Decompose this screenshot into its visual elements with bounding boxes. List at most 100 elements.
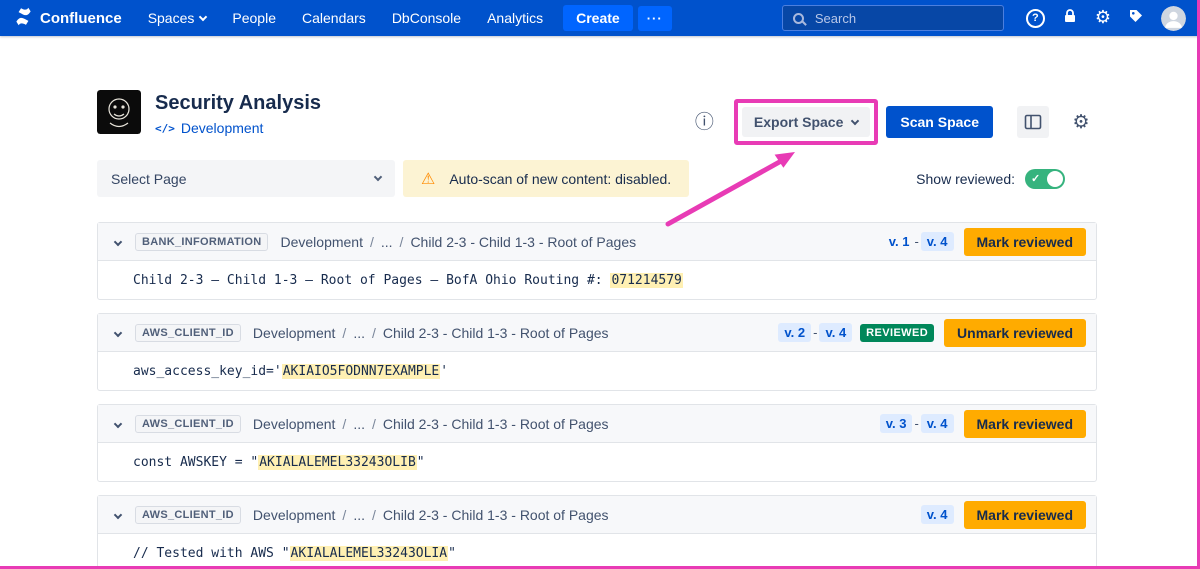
version-to-link[interactable]: v. 4 bbox=[819, 323, 852, 342]
breadcrumb-page-link[interactable]: Child 2-3 - Child 1-3 - Root of Pages bbox=[383, 507, 609, 523]
nav-calendars-label: Calendars bbox=[302, 10, 366, 26]
confluence-mark-icon bbox=[14, 7, 33, 30]
collapse-chevron-icon[interactable] bbox=[114, 419, 122, 427]
finding-header: AWS_CLIENT_ID Development / ... / Child … bbox=[98, 314, 1096, 352]
breadcrumb-separator: / bbox=[400, 234, 404, 250]
nav-spaces[interactable]: Spaces bbox=[148, 10, 207, 26]
create-button[interactable]: Create bbox=[563, 5, 633, 31]
nav-people-label: People bbox=[232, 10, 276, 26]
finding-type-badge: AWS_CLIENT_ID bbox=[135, 415, 241, 433]
unmark-reviewed-button[interactable]: Unmark reviewed bbox=[944, 319, 1086, 347]
help-icon[interactable]: ? bbox=[1026, 9, 1045, 28]
finding-breadcrumb: Development / ... / Child 2-3 - Child 1-… bbox=[253, 416, 609, 432]
mark-reviewed-button[interactable]: Mark reviewed bbox=[964, 501, 1087, 529]
code-line: const AWSKEY = "AKIALALEMEL33243OLIB" bbox=[133, 455, 425, 470]
findings-list: BANK_INFORMATION Development / ... / Chi… bbox=[97, 222, 1097, 569]
breadcrumb-ellipsis[interactable]: ... bbox=[381, 234, 393, 250]
breadcrumb-separator: / bbox=[370, 234, 374, 250]
page-select-dropdown[interactable]: Select Page bbox=[97, 160, 395, 197]
collapse-chevron-icon[interactable] bbox=[114, 328, 122, 336]
sidebar-layout-button[interactable] bbox=[1017, 106, 1049, 138]
finding-header: BANK_INFORMATION Development / ... / Chi… bbox=[98, 223, 1096, 261]
breadcrumb-separator: / bbox=[372, 416, 376, 432]
nav-dbconsole-label: DbConsole bbox=[392, 10, 461, 26]
settings-button[interactable]: ⚙ bbox=[1065, 106, 1097, 138]
space-link[interactable]: Development bbox=[181, 120, 264, 136]
version-to-link[interactable]: v. 4 bbox=[921, 232, 954, 251]
version-to-link[interactable]: v. 4 bbox=[921, 505, 954, 524]
mark-reviewed-button[interactable]: Mark reviewed bbox=[964, 410, 1087, 438]
confluence-logo[interactable]: Confluence bbox=[14, 7, 122, 30]
nav-calendars[interactable]: Calendars bbox=[302, 10, 366, 26]
finding-snippet: const AWSKEY = "AKIALALEMEL33243OLIB" bbox=[98, 443, 1096, 481]
finding-card-4: AWS_CLIENT_ID Development / ... / Child … bbox=[97, 495, 1097, 569]
space-breadcrumb: </> Development bbox=[155, 120, 321, 136]
search-box[interactable] bbox=[782, 5, 1004, 31]
more-button[interactable]: ··· bbox=[638, 6, 672, 31]
warning-banner: ⚠ Auto-scan of new content: disabled. bbox=[403, 160, 689, 197]
page-header-left: Security Analysis </> Development bbox=[97, 90, 321, 154]
top-nav: Confluence Spaces People Calendars DbCon… bbox=[0, 0, 1200, 36]
version-to-link[interactable]: v. 4 bbox=[921, 414, 954, 433]
breadcrumb-space-link[interactable]: Development bbox=[280, 234, 363, 250]
version-from-link[interactable]: v. 2 bbox=[778, 323, 811, 342]
finding-snippet: // Tested with AWS "AKIALALEMEL33243OLIA… bbox=[98, 534, 1096, 569]
code-space-icon: </> bbox=[155, 122, 175, 135]
scan-space-button[interactable]: Scan Space bbox=[886, 106, 993, 138]
info-icon[interactable]: ⓘ bbox=[695, 113, 714, 132]
finding-card-3: AWS_CLIENT_ID Development / ... / Child … bbox=[97, 404, 1097, 482]
nav-people[interactable]: People bbox=[232, 10, 276, 26]
version-from-link[interactable]: v. 3 bbox=[880, 414, 913, 433]
breadcrumb-ellipsis[interactable]: ... bbox=[353, 507, 365, 523]
finding-type-badge: BANK_INFORMATION bbox=[135, 233, 268, 251]
annotation-highlight-box: Export Space bbox=[734, 99, 878, 145]
show-reviewed-toggle[interactable]: ✓ bbox=[1025, 169, 1065, 189]
code-line: Child 2-3 – Child 1-3 – Root of Pages – … bbox=[133, 273, 683, 288]
mark-reviewed-button[interactable]: Mark reviewed bbox=[964, 228, 1087, 256]
page-header: Security Analysis </> Development ⓘ Expo… bbox=[97, 90, 1097, 154]
lock-icon[interactable] bbox=[1062, 8, 1078, 29]
finding-card-1: BANK_INFORMATION Development / ... / Chi… bbox=[97, 222, 1097, 300]
search-input[interactable] bbox=[813, 10, 993, 27]
space-avatar[interactable] bbox=[97, 90, 141, 134]
breadcrumb-page-link[interactable]: Child 2-3 - Child 1-3 - Root of Pages bbox=[383, 416, 609, 432]
version-separator: - bbox=[914, 234, 918, 249]
tag-icon[interactable] bbox=[1128, 8, 1144, 29]
version-from-link[interactable]: v. 1 bbox=[886, 232, 913, 251]
gear-icon[interactable]: ⚙ bbox=[1095, 9, 1111, 27]
chevron-down-icon bbox=[199, 12, 207, 20]
chevron-down-icon bbox=[851, 116, 859, 124]
export-space-button[interactable]: Export Space bbox=[742, 107, 870, 137]
finding-breadcrumb: Development / ... / Child 2-3 - Child 1-… bbox=[280, 234, 636, 250]
title-block: Security Analysis </> Development bbox=[155, 90, 321, 154]
code-match-highlight: AKIALALEMEL33243OLIB bbox=[258, 455, 417, 470]
breadcrumb-page-link[interactable]: Child 2-3 - Child 1-3 - Root of Pages bbox=[410, 234, 636, 250]
collapse-chevron-icon[interactable] bbox=[114, 510, 122, 518]
brand-name: Confluence bbox=[40, 10, 122, 27]
avatar[interactable] bbox=[1161, 6, 1186, 31]
breadcrumb-space-link[interactable]: Development bbox=[253, 325, 336, 341]
version-separator: - bbox=[813, 325, 817, 340]
version-separator: - bbox=[914, 416, 918, 431]
page-title: Security Analysis bbox=[155, 90, 321, 116]
breadcrumb-space-link[interactable]: Development bbox=[253, 507, 336, 523]
nav-spaces-label: Spaces bbox=[148, 10, 195, 26]
finding-snippet: Child 2-3 – Child 1-3 – Root of Pages – … bbox=[98, 261, 1096, 299]
code-pre: // Tested with AWS " bbox=[133, 546, 290, 561]
code-post: " bbox=[448, 546, 456, 561]
show-reviewed-label: Show reviewed: bbox=[916, 171, 1015, 187]
nav-dbconsole[interactable]: DbConsole bbox=[392, 10, 461, 26]
breadcrumb-page-link[interactable]: Child 2-3 - Child 1-3 - Root of Pages bbox=[383, 325, 609, 341]
breadcrumb-ellipsis[interactable]: ... bbox=[353, 416, 365, 432]
nav-analytics[interactable]: Analytics bbox=[487, 10, 543, 26]
collapse-chevron-icon[interactable] bbox=[114, 237, 122, 245]
code-match-highlight: 071214579 bbox=[610, 273, 682, 288]
breadcrumb-separator: / bbox=[342, 416, 346, 432]
breadcrumb-separator: / bbox=[372, 325, 376, 341]
filter-toolbar: Select Page ⚠ Auto-scan of new content: … bbox=[97, 160, 1097, 197]
code-line: aws_access_key_id='AKIAIO5FODNN7EXAMPLE' bbox=[133, 364, 448, 379]
code-post: " bbox=[417, 455, 425, 470]
nav-icon-group: ? ⚙ bbox=[1026, 6, 1186, 31]
breadcrumb-space-link[interactable]: Development bbox=[253, 416, 336, 432]
breadcrumb-ellipsis[interactable]: ... bbox=[353, 325, 365, 341]
